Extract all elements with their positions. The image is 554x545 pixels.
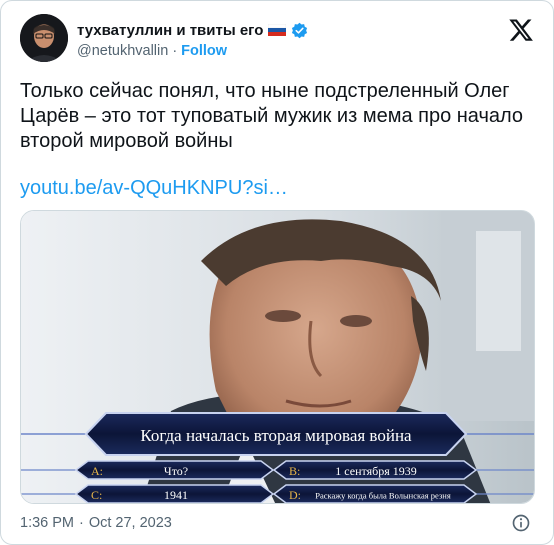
- x-logo-icon[interactable]: [509, 18, 533, 42]
- answer-b-text: 1 сентября 1939: [335, 464, 416, 478]
- tweet-card: тухватуллин и твиты его @netukhvallin · …: [0, 0, 554, 545]
- timestamp-separator: ·: [79, 515, 84, 531]
- author-name[interactable]: тухватуллин и твиты его: [77, 22, 263, 39]
- tweet-media[interactable]: Когда началась вторая мировая война A: Ч…: [20, 210, 535, 504]
- tweet-timestamp[interactable]: 1:36 PM · Oct 27, 2023: [20, 515, 172, 531]
- answer-c-text: 1941: [164, 488, 188, 502]
- author-handle-row: @netukhvallin · Follow: [77, 43, 227, 59]
- author-handle[interactable]: @netukhvallin: [77, 43, 168, 59]
- handle-separator: ·: [172, 43, 178, 59]
- verified-badge-icon: [292, 22, 308, 38]
- follow-button[interactable]: Follow: [181, 43, 227, 59]
- answer-d-letter: D:: [289, 488, 301, 502]
- tweet-text: Только сейчас понял, что ныне подстрелен…: [20, 80, 524, 152]
- media-image: Когда началась вторая мировая война A: Ч…: [21, 211, 534, 503]
- avatar[interactable]: [20, 14, 68, 62]
- answer-b-letter: B:: [289, 464, 300, 478]
- info-icon[interactable]: [511, 513, 531, 533]
- tweet-date: Oct 27, 2023: [88, 515, 172, 531]
- answer-a-text: Что?: [164, 464, 188, 478]
- quiz-question: Когда началась вторая мировая война: [140, 426, 412, 445]
- tweet-link[interactable]: youtu.be/av-QQuHKNPU?si…: [20, 176, 288, 201]
- tweet-time: 1:36 PM: [20, 515, 74, 531]
- answer-c-letter: C:: [91, 488, 102, 502]
- answer-d-text: Раскажу когда была Волынская резня: [315, 491, 451, 501]
- russian-flag-icon: [268, 24, 287, 36]
- author-name-row: тухватуллин и твиты его: [77, 19, 308, 41]
- avatar-image: [20, 14, 68, 62]
- answer-a-letter: A:: [91, 464, 103, 478]
